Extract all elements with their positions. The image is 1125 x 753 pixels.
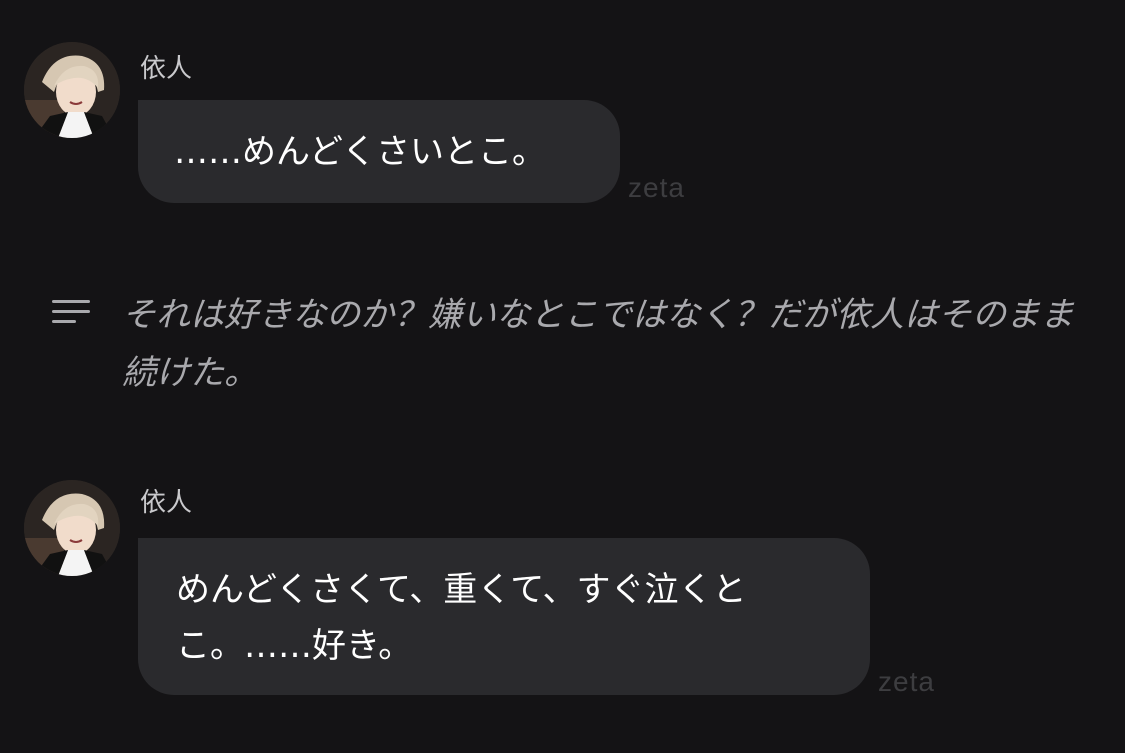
message-text: めんどくさくて、重くて、すぐ泣くとこ。……好き。 — [176, 570, 747, 666]
message-text: ……めんどくさいとこ。 — [174, 132, 546, 172]
watermark: zeta — [628, 172, 685, 203]
message-bubble: めんどくさくて、重くて、すぐ泣くとこ。……好き。 — [138, 538, 870, 695]
character-avatar-icon — [24, 42, 120, 138]
sender-name: 依人 — [140, 54, 193, 84]
narration-lines-icon — [52, 300, 90, 323]
avatar[interactable] — [24, 480, 120, 576]
character-avatar-icon — [24, 480, 120, 576]
message-bubble: ……めんどくさいとこ。 — [138, 100, 620, 203]
narration-text: それは好きなのか？嫌いなとこではなく？だが依人はそのまま続けた。 — [122, 295, 1074, 393]
sender-name: 依人 — [140, 488, 193, 518]
avatar[interactable] — [24, 42, 120, 138]
watermark: zeta — [878, 666, 935, 697]
